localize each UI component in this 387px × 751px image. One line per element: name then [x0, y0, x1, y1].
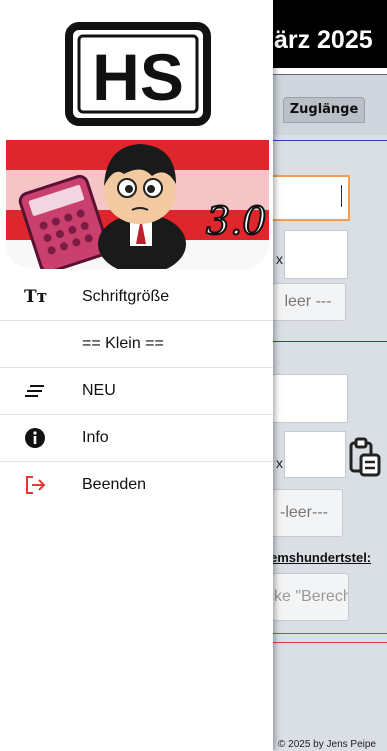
input-field-2[interactable] — [270, 374, 348, 423]
active-input[interactable] — [270, 175, 350, 221]
menu-item-label: == Klein == — [82, 335, 164, 352]
drawer-menu: Tт Schriftgröße == Klein == NEU Info Bee… — [0, 274, 273, 508]
calculate-button[interactable]: cke "Berech — [265, 573, 349, 621]
menu-item-exit[interactable]: Beenden — [0, 462, 273, 508]
app-logo: HS 3.0 — [6, 6, 269, 269]
tab-zuglaenge[interactable]: Zuglänge — [283, 97, 365, 123]
logo-text: HS — [92, 40, 184, 114]
x-label-1: x — [276, 251, 283, 267]
menu-item-label: Info — [82, 429, 109, 446]
x-label-2: x — [276, 455, 283, 471]
header-strip — [270, 68, 387, 75]
clipboard-paste-icon[interactable] — [348, 437, 382, 477]
app-title: lärz 2025 — [267, 26, 373, 54]
menu-item-label: Schriftgröße — [82, 288, 170, 305]
copyright-text: © 2025 by Jens Peipe — [278, 739, 376, 750]
menu-item-label: Beenden — [82, 476, 147, 493]
menu-item-font-size[interactable]: Tт Schriftgröße — [0, 274, 273, 321]
menu-item-small[interactable]: == Klein == — [0, 321, 273, 368]
info-icon — [25, 428, 45, 448]
divider-red-2 — [270, 642, 387, 643]
tab-bar: Zuglänge — [270, 75, 387, 135]
app-logo-graphic: HS 3.0 — [6, 6, 269, 269]
text-size-icon: Tт — [24, 287, 48, 307]
new-list-icon — [25, 385, 44, 397]
divider-blue-middle — [270, 341, 387, 342]
menu-item-new[interactable]: NEU — [0, 368, 273, 414]
empty-button-1[interactable]: leer --- — [270, 283, 346, 321]
navigation-drawer: HS 3.0 Tт Schriftgröße == Klein == NEU I… — [0, 0, 273, 751]
menu-item-label: NEU — [82, 382, 116, 399]
logo-version: 3.0 — [206, 199, 266, 243]
divider-blue-top — [270, 140, 387, 141]
menu-item-info[interactable]: Info — [0, 414, 273, 462]
divider-red-1 — [270, 633, 387, 634]
input-field-3[interactable] — [284, 431, 346, 478]
exit-icon — [26, 476, 46, 494]
input-field-1[interactable] — [284, 230, 348, 279]
section-label: emshundertstel: — [270, 550, 372, 565]
text-caret — [341, 185, 342, 207]
empty-button-2[interactable]: -leer--- — [265, 489, 343, 537]
